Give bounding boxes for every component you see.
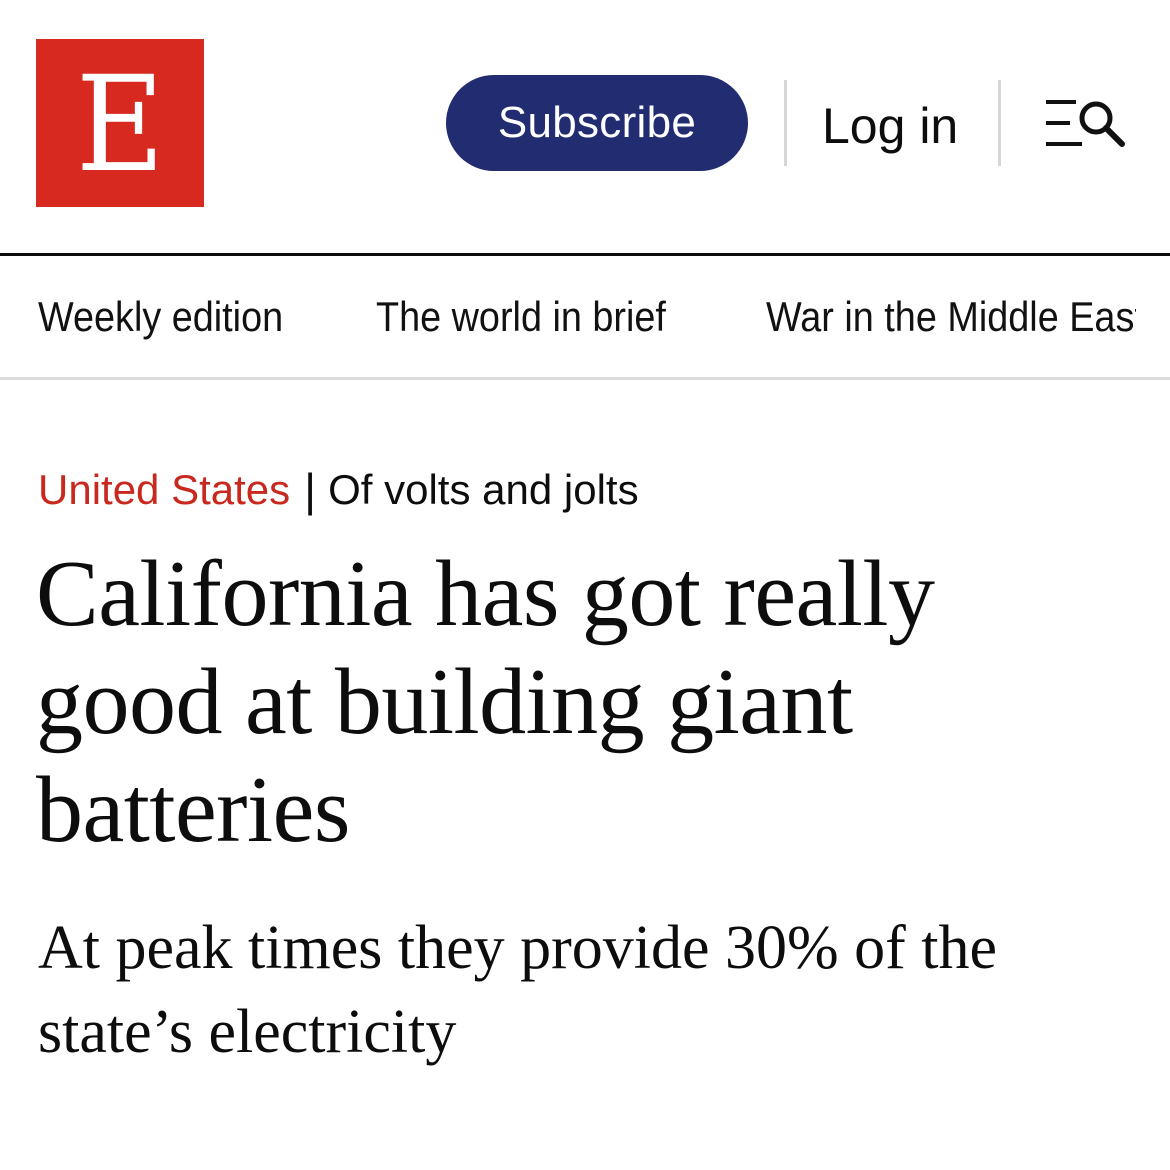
nav-item-world-in-brief[interactable]: The world in brief [376, 256, 666, 377]
logo-letter: E [75, 48, 165, 202]
nav-item-war-middle-east[interactable]: War in the Middle East [766, 256, 1136, 377]
nav-item-clip: War in the Middle East [766, 256, 1136, 377]
article-kicker: United States | Of volts and jolts [38, 462, 639, 518]
login-link[interactable]: Log in [822, 88, 958, 164]
header-divider [998, 80, 1001, 166]
economist-logo[interactable]: E [36, 39, 204, 207]
nav-item-weekly-edition[interactable]: Weekly edition [38, 256, 283, 377]
subscribe-label: Subscribe [497, 98, 697, 147]
section-link[interactable]: United States [38, 466, 290, 514]
kicker-separator: | [304, 464, 317, 516]
login-label: Log in [822, 98, 959, 154]
section-nav: Weekly edition The world in brief War in… [0, 256, 1170, 380]
header-divider [784, 80, 787, 166]
subscribe-button[interactable]: Subscribe [446, 75, 748, 171]
menu-search-icon[interactable] [1044, 96, 1128, 150]
site-header: E Subscribe Log in [0, 0, 1170, 256]
article-rubric: At peak times they provide 30% of the st… [38, 914, 998, 1066]
fly-title: Of volts and jolts [328, 466, 639, 513]
article-headline: California has got really good at buildi… [36, 542, 935, 862]
